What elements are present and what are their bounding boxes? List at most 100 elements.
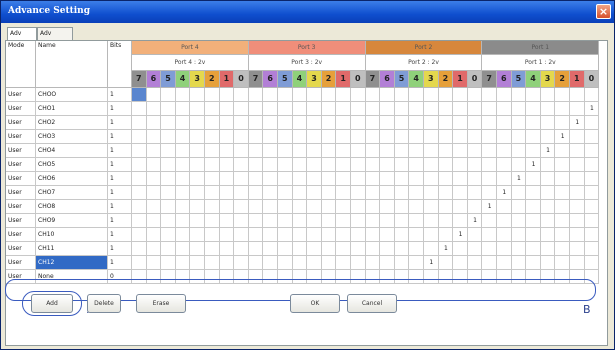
grid-cell[interactable] bbox=[540, 130, 556, 144]
grid-cell[interactable] bbox=[365, 102, 381, 116]
grid-cell[interactable] bbox=[278, 172, 293, 186]
grid-cell[interactable] bbox=[205, 228, 220, 242]
grid-cell[interactable]: 1 bbox=[511, 172, 527, 186]
grid-cell[interactable]: 1 bbox=[540, 144, 556, 158]
grid-cell[interactable] bbox=[190, 214, 205, 228]
grid-cell[interactable] bbox=[511, 214, 527, 228]
grid-cell[interactable] bbox=[540, 186, 556, 200]
grid-cell[interactable] bbox=[511, 242, 527, 256]
mode-cell[interactable]: User bbox=[6, 186, 36, 200]
grid-cell[interactable] bbox=[161, 158, 176, 172]
grid-cell[interactable] bbox=[570, 158, 585, 172]
grid-cell[interactable] bbox=[219, 102, 235, 116]
grid-cell[interactable] bbox=[132, 256, 147, 270]
mode-cell[interactable]: User bbox=[6, 200, 36, 214]
bits-cell[interactable]: 1 bbox=[108, 158, 132, 172]
grid-cell[interactable] bbox=[365, 242, 381, 256]
grid-cell[interactable] bbox=[263, 116, 278, 130]
grid-cell[interactable] bbox=[132, 102, 147, 116]
grid-cell[interactable] bbox=[351, 242, 366, 256]
grid-cell[interactable] bbox=[482, 102, 497, 116]
grid-cell[interactable] bbox=[453, 88, 468, 102]
grid-cell[interactable] bbox=[219, 130, 235, 144]
grid-cell[interactable] bbox=[234, 88, 249, 102]
grid-cell[interactable] bbox=[234, 102, 249, 116]
grid-cell[interactable] bbox=[248, 242, 264, 256]
grid-cell[interactable] bbox=[336, 242, 351, 256]
grid-cell[interactable] bbox=[438, 186, 454, 200]
grid-cell[interactable] bbox=[424, 214, 439, 228]
grid-cell[interactable] bbox=[511, 144, 527, 158]
grid-cell[interactable] bbox=[205, 172, 220, 186]
grid-cell[interactable] bbox=[584, 172, 600, 186]
grid-cell[interactable] bbox=[248, 186, 264, 200]
grid-cell[interactable] bbox=[555, 158, 570, 172]
name-cell[interactable]: CHO4 bbox=[36, 144, 108, 158]
grid-cell[interactable] bbox=[307, 228, 322, 242]
grid-cell[interactable] bbox=[497, 228, 512, 242]
grid-cell[interactable] bbox=[497, 256, 512, 270]
grid-cell[interactable] bbox=[482, 88, 497, 102]
grid-cell[interactable] bbox=[175, 102, 191, 116]
grid-cell[interactable] bbox=[511, 228, 527, 242]
grid-cell[interactable] bbox=[321, 256, 337, 270]
grid-cell[interactable] bbox=[511, 116, 527, 130]
grid-cell[interactable] bbox=[190, 228, 205, 242]
grid-cell[interactable] bbox=[219, 186, 235, 200]
grid-cell[interactable] bbox=[292, 130, 308, 144]
grid-cell[interactable] bbox=[482, 186, 497, 200]
grid-cell[interactable] bbox=[438, 88, 454, 102]
mode-cell[interactable]: User bbox=[6, 130, 36, 144]
grid-cell[interactable] bbox=[278, 256, 293, 270]
grid-cell[interactable] bbox=[190, 186, 205, 200]
mode-cell[interactable]: User bbox=[6, 256, 36, 270]
grid-cell[interactable] bbox=[453, 144, 468, 158]
grid-cell[interactable] bbox=[146, 88, 162, 102]
tab-adv-trigger[interactable]: Adv Trigger bbox=[37, 27, 73, 48]
grid-cell[interactable] bbox=[526, 200, 541, 214]
grid-cell[interactable] bbox=[292, 228, 308, 242]
grid-cell[interactable] bbox=[497, 200, 512, 214]
grid-cell[interactable]: 1 bbox=[438, 242, 454, 256]
bits-cell[interactable]: 1 bbox=[108, 256, 132, 270]
grid-cell[interactable] bbox=[146, 200, 162, 214]
grid-cell[interactable] bbox=[161, 144, 176, 158]
bits-cell[interactable]: 1 bbox=[108, 144, 132, 158]
grid-cell[interactable] bbox=[248, 88, 264, 102]
grid-cell[interactable] bbox=[321, 200, 337, 214]
grid-cell[interactable] bbox=[321, 228, 337, 242]
grid-cell[interactable] bbox=[292, 200, 308, 214]
mode-cell[interactable]: User bbox=[6, 88, 36, 102]
grid-cell[interactable] bbox=[351, 130, 366, 144]
bits-cell[interactable]: 1 bbox=[108, 228, 132, 242]
grid-cell[interactable] bbox=[263, 228, 278, 242]
grid-cell[interactable] bbox=[205, 214, 220, 228]
grid-cell[interactable] bbox=[438, 256, 454, 270]
grid-cell[interactable] bbox=[526, 116, 541, 130]
grid-cell[interactable] bbox=[365, 172, 381, 186]
grid-cell[interactable] bbox=[438, 228, 454, 242]
grid-cell[interactable] bbox=[336, 144, 351, 158]
grid-cell[interactable] bbox=[584, 256, 600, 270]
grid-cell[interactable] bbox=[234, 256, 249, 270]
tab-adv-out[interactable]: Adv Out bbox=[7, 27, 37, 48]
grid-cell[interactable] bbox=[132, 88, 147, 102]
grid-cell[interactable] bbox=[205, 158, 220, 172]
grid-cell[interactable] bbox=[263, 256, 278, 270]
grid-cell[interactable] bbox=[365, 116, 381, 130]
grid-cell[interactable] bbox=[161, 172, 176, 186]
grid-cell[interactable] bbox=[132, 228, 147, 242]
grid-cell[interactable] bbox=[146, 172, 162, 186]
grid-cell[interactable] bbox=[161, 256, 176, 270]
grid-cell[interactable] bbox=[321, 102, 337, 116]
mode-cell[interactable]: User bbox=[6, 214, 36, 228]
grid-cell[interactable] bbox=[570, 186, 585, 200]
grid-cell[interactable] bbox=[365, 228, 381, 242]
grid-cell[interactable] bbox=[365, 200, 381, 214]
grid-cell[interactable] bbox=[497, 102, 512, 116]
grid-cell[interactable] bbox=[394, 172, 410, 186]
grid-cell[interactable] bbox=[409, 172, 424, 186]
grid-cell[interactable] bbox=[219, 200, 235, 214]
grid-cell[interactable] bbox=[321, 172, 337, 186]
grid-cell[interactable] bbox=[278, 88, 293, 102]
